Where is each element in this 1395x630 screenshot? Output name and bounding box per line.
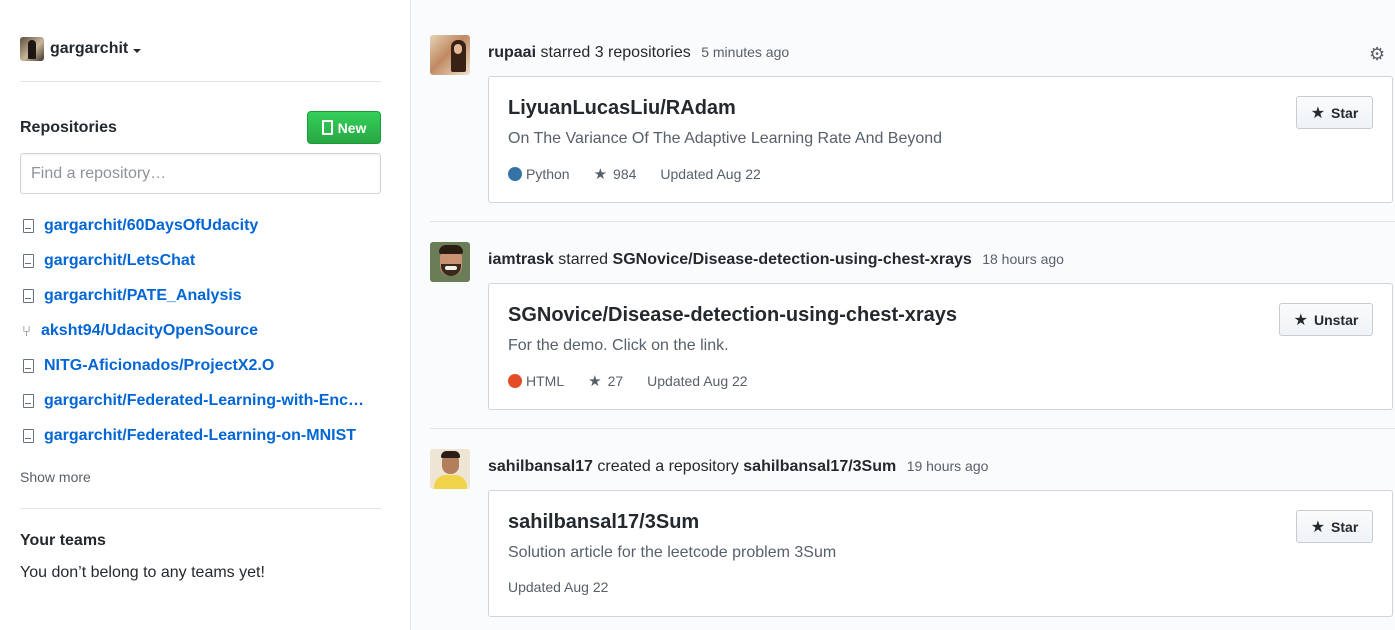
divider [20, 508, 381, 509]
repo-card: SGNovice/Disease-detection-using-chest-x… [488, 283, 1393, 410]
repo-description: On The Variance Of The Adaptive Learning… [508, 130, 943, 147]
star-count[interactable]: 984 [613, 166, 636, 182]
avatar[interactable] [430, 242, 470, 282]
repo-icon [20, 253, 36, 268]
updated-label: Updated Aug 22 [660, 166, 761, 182]
repo-card: sahilbansal17/3Sum Solution article for … [488, 490, 1393, 617]
language-label: Python [526, 166, 570, 182]
list-item: ⑂ aksht94/UdacityOpenSource [20, 313, 385, 348]
event-header: sahilbansal17 created a repository sahil… [488, 458, 988, 476]
event-time: 18 hours ago [982, 251, 1064, 267]
list-item: gargarchit/Federated-Learning-with-Enc… [20, 383, 385, 418]
event-time: 5 minutes ago [701, 44, 790, 60]
settings-icon[interactable]: ⚙ [1369, 44, 1385, 65]
actor-link[interactable]: iamtrask [488, 251, 554, 268]
repo-link[interactable]: gargarchit/Federated-Learning-with-Enc… [44, 392, 364, 410]
unstar-button[interactable]: ★ Unstar [1279, 303, 1373, 336]
divider [430, 221, 1395, 222]
updated-label: Updated Aug 22 [647, 373, 748, 389]
activity-feed: ⚙ rupaai starred 3 repositories 5 minute… [411, 0, 1395, 630]
fork-icon: ⑂ [21, 321, 31, 340]
teams-heading: Your teams [20, 532, 106, 549]
star-button[interactable]: ★ Star [1296, 510, 1373, 543]
star-button[interactable]: ★ Star [1296, 96, 1373, 129]
list-item: gargarchit/LetsChat [20, 243, 385, 278]
actor-link[interactable]: rupaai [488, 44, 536, 61]
user-avatar [20, 37, 44, 61]
teams-empty-text: You don’t belong to any teams yet! [20, 564, 265, 581]
repo-icon [20, 428, 36, 443]
repo-link[interactable]: gargarchit/60DaysOfUdacity [44, 217, 258, 235]
event-action: starred 3 repositories [540, 44, 691, 61]
list-item: NITG-Aficionados/ProjectX2.O [20, 348, 385, 383]
repo-link[interactable]: NITG-Aficionados/ProjectX2.O [44, 357, 274, 375]
repo-meta: Updated Aug 22 [508, 579, 608, 595]
list-item: gargarchit/60DaysOfUdacity [20, 208, 385, 243]
actor-link[interactable]: sahilbansal17 [488, 458, 593, 475]
list-item: gargarchit/Federated-Learning-on-MNIST [20, 418, 385, 453]
find-repository-input[interactable] [20, 153, 381, 194]
repo-icon [20, 358, 36, 373]
repo-icon [20, 393, 36, 408]
star-icon: ★ [1293, 310, 1308, 329]
repo-title-link[interactable]: SGNovice/Disease-detection-using-chest-x… [508, 304, 957, 327]
repo-link[interactable]: aksht94/UdacityOpenSource [41, 322, 258, 340]
repo-title-link[interactable]: LiyuanLucasLiu/RAdam [508, 97, 736, 120]
repo-icon [20, 218, 36, 233]
avatar[interactable] [430, 449, 470, 489]
updated-label: Updated Aug 22 [508, 579, 609, 595]
star-icon: ★ [588, 372, 602, 390]
star-count[interactable]: 27 [608, 373, 624, 389]
repo-card: LiyuanLucasLiu/RAdam On The Variance Of … [488, 76, 1393, 203]
star-icon: ★ [593, 165, 608, 183]
repo-link[interactable]: gargarchit/PATE_Analysis [44, 287, 242, 305]
list-item: gargarchit/PATE_Analysis [20, 278, 385, 313]
repo-link[interactable]: gargarchit/LetsChat [44, 252, 195, 270]
event-action: created a repository [597, 458, 739, 475]
event-header: rupaai starred 3 repositories 5 minutes … [488, 44, 789, 62]
repo-meta: HTML ★ 27 Updated Aug 22 [508, 372, 748, 390]
avatar[interactable] [430, 35, 470, 75]
repositories-heading: Repositories [20, 119, 117, 136]
repo-description: Solution article for the leetcode proble… [508, 544, 837, 561]
language-color-dot [508, 374, 522, 388]
username-label: gargarchit [50, 40, 129, 57]
new-repository-button[interactable]: New [307, 111, 381, 144]
repo-link[interactable]: gargarchit/Federated-Learning-on-MNIST [44, 427, 356, 445]
star-button-label: Unstar [1313, 311, 1359, 328]
account-switcher[interactable]: gargarchit [20, 37, 142, 61]
event-action: starred [558, 251, 609, 268]
target-repo-link[interactable]: sahilbansal17/3Sum [743, 458, 896, 475]
repo-icon [321, 120, 333, 135]
language-label: HTML [526, 373, 565, 389]
divider [430, 428, 1395, 429]
repository-list: gargarchit/60DaysOfUdacity gargarchit/Le… [20, 208, 385, 453]
target-repo-link[interactable]: SGNovice/Disease-detection-using-chest-x… [613, 251, 972, 268]
new-button-label: New [337, 119, 367, 136]
star-icon: ★ [1310, 517, 1326, 536]
event-header: iamtrask starred SGNovice/Disease-detect… [488, 251, 1064, 269]
event-time: 19 hours ago [906, 458, 989, 474]
repo-meta: Python ★ 984 Updated Aug 22 [508, 165, 761, 183]
chevron-down-icon [133, 48, 142, 53]
star-icon: ★ [1310, 103, 1326, 122]
star-button-label: Star [1331, 104, 1359, 121]
star-button-label: Star [1331, 518, 1359, 535]
divider [20, 81, 381, 82]
repo-description: For the demo. Click on the link. [508, 337, 729, 354]
show-more-link[interactable]: Show more [20, 469, 91, 485]
language-color-dot [508, 167, 522, 181]
dashboard-sidebar: gargarchit Repositories New gargarchit/6… [0, 0, 411, 630]
repo-title-link[interactable]: sahilbansal17/3Sum [508, 511, 699, 534]
repo-icon [20, 288, 36, 303]
